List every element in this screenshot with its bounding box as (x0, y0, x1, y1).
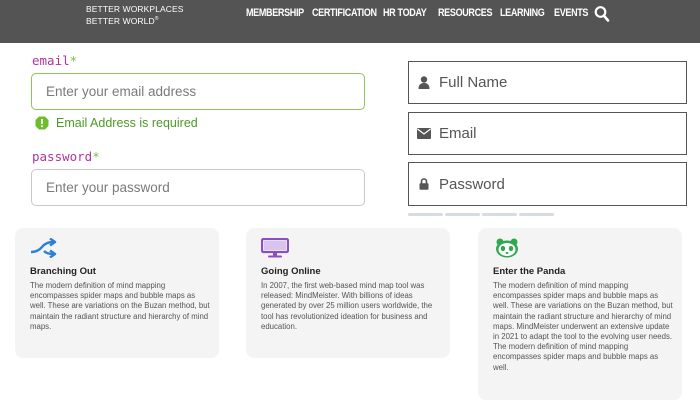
search-icon[interactable] (594, 5, 610, 23)
email-placeholder-right: Email (439, 125, 477, 142)
password-placeholder: Enter your password (46, 180, 170, 195)
card-body: The modern definition of mind mapping en… (493, 281, 673, 372)
email-input[interactable]: Enter your email address (31, 73, 365, 110)
email-label: email* (32, 53, 78, 68)
progress-segment (519, 213, 554, 216)
site-logo[interactable]: BETTER WORKPLACES BETTER WORLD® (86, 4, 184, 26)
full-name-field[interactable]: Full Name (408, 61, 687, 104)
error-icon (35, 116, 49, 130)
full-name-placeholder: Full Name (439, 74, 508, 91)
card-title: Enter the Panda (493, 266, 566, 277)
progress-segment (445, 213, 480, 216)
card-title: Going Online (261, 266, 321, 277)
password-input[interactable]: Enter your password (31, 169, 365, 206)
card-body: In 2007, the first web-based mind map to… (261, 281, 433, 331)
monitor-icon (261, 238, 289, 258)
card-going-online: Going Online In 2007, the first web-base… (246, 228, 450, 358)
email-placeholder: Enter your email address (46, 84, 197, 99)
logo-line-1: BETTER WORKPLACES (86, 4, 184, 14)
nav-events[interactable]: EVENTS (554, 7, 588, 19)
nav-certification[interactable]: CERTIFICATION (312, 7, 377, 19)
password-field[interactable]: Password (408, 162, 687, 206)
progress-segment (482, 213, 517, 216)
logo-line-2: BETTER WORLD® (86, 15, 159, 26)
email-error-message: Email Address is required (35, 116, 198, 130)
nav-learning[interactable]: LEARNING (500, 7, 545, 19)
top-navigation-bar: BETTER WORKPLACES BETTER WORLD® MEMBERSH… (0, 0, 700, 43)
panda-icon (496, 238, 518, 258)
user-icon (409, 76, 439, 89)
email-error-text: Email Address is required (56, 116, 198, 130)
password-placeholder-right: Password (439, 175, 505, 193)
branch-arrows-icon (30, 238, 57, 258)
card-branching-out: Branching Out The modern definition of m… (15, 228, 219, 358)
card-enter-the-panda: Enter the Panda The modern definition of… (478, 228, 682, 400)
nav-hr-today[interactable]: HR TODAY (383, 7, 427, 19)
card-body: The modern definition of mind mapping en… (30, 281, 210, 331)
page: BETTER WORKPLACES BETTER WORLD® MEMBERSH… (0, 0, 700, 400)
nav-resources[interactable]: RESOURCES (438, 7, 493, 19)
password-label: password* (32, 149, 100, 164)
lock-icon (409, 178, 439, 190)
card-title: Branching Out (30, 266, 96, 277)
envelope-icon (409, 128, 439, 139)
progress-segment (408, 213, 443, 216)
email-field[interactable]: Email (408, 112, 687, 155)
nav-membership[interactable]: MEMBERSHIP (246, 7, 304, 19)
progress-indicator (408, 213, 554, 216)
